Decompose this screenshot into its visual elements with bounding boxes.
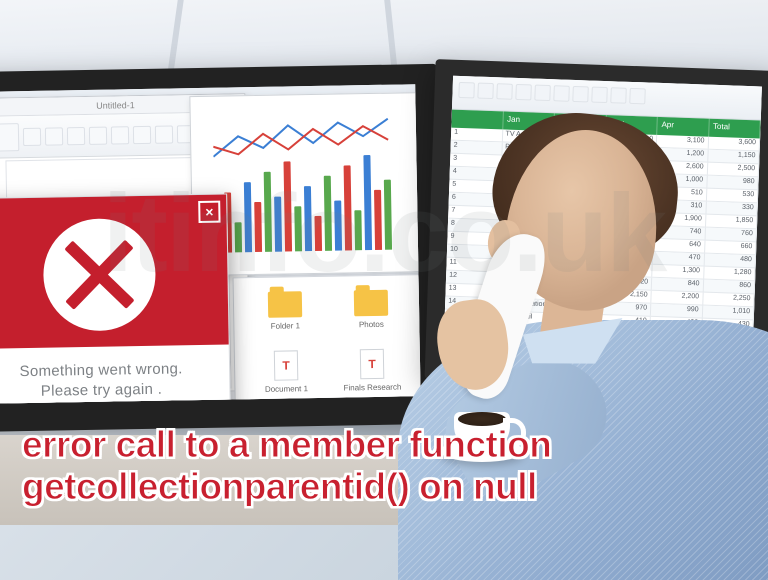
document-item[interactable]: Document 1: [249, 350, 324, 402]
error-header: ×: [0, 195, 229, 349]
paste-button[interactable]: [0, 123, 19, 151]
error-message: Something went wrong. Please try again .: [0, 359, 220, 404]
error-line-2: Please try again .: [41, 381, 163, 400]
document-icon: [274, 350, 299, 380]
folder-icon: [268, 291, 302, 318]
error-dialog: × Something went wrong. Please try again…: [0, 194, 232, 404]
headline-text: error call to a member function getcolle…: [22, 424, 746, 507]
error-x-icon: [64, 239, 135, 310]
align-center-button[interactable]: [133, 125, 151, 143]
headline-line-2: getcollectionparentid() on null: [22, 466, 537, 507]
align-left-button[interactable]: [111, 126, 129, 144]
bold-button[interactable]: [23, 127, 41, 145]
close-icon[interactable]: ×: [198, 201, 220, 223]
left-screen: Untitled-1 Page 1 of 1: [0, 84, 421, 404]
font-color-button[interactable]: [89, 126, 107, 144]
document-label: Document 1: [265, 384, 308, 394]
error-body: Something went wrong. Please try again .…: [0, 345, 231, 404]
underline-button[interactable]: [67, 126, 85, 144]
error-icon-circle: [42, 218, 156, 332]
headline-line-1: error call to a member function: [22, 424, 551, 465]
italic-button[interactable]: [45, 127, 63, 145]
folder-label: Folder 1: [271, 321, 301, 331]
bullets-button[interactable]: [155, 125, 173, 143]
error-line-1: Something went wrong.: [19, 360, 182, 380]
folder-item[interactable]: Folder 1: [248, 291, 323, 339]
